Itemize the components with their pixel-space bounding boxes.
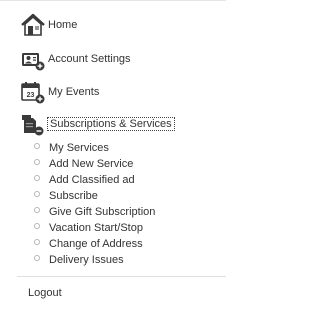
menu-item-home-label: Home (48, 19, 78, 31)
bullet-icon (34, 159, 40, 165)
submenu-item-label: Vacation Start/Stop (49, 222, 143, 234)
submenu-item-add-new-service[interactable]: Add New Service (32, 156, 155, 172)
top-divider (0, 0, 226, 1)
submenu-item-label: Change of Address (49, 238, 143, 250)
menu-item-subscriptions-label: Subscriptions & Services (47, 117, 175, 131)
menu-item-my-events-label: My Events (48, 86, 100, 98)
submenu-item-label: My Services (49, 142, 109, 154)
section-divider (17, 276, 226, 277)
subscriptions-icon (20, 112, 46, 136)
submenu-item-change-of-address[interactable]: Change of Address (32, 236, 155, 252)
bullet-icon (34, 207, 40, 213)
bullet-icon (34, 223, 40, 229)
bullet-icon (34, 175, 40, 181)
submenu-item-label: Add Classified ad (49, 174, 135, 186)
bullet-icon (34, 255, 40, 261)
logout-link[interactable]: Logout (28, 287, 62, 299)
account-settings-icon (20, 47, 46, 71)
submenu-item-subscribe[interactable]: Subscribe (32, 188, 155, 204)
menu-item-my-events[interactable]: 23 My Events (20, 80, 99, 104)
bullet-icon (34, 191, 40, 197)
submenu-item-label: Delivery Issues (49, 254, 124, 266)
house-icon (20, 13, 46, 37)
bullet-icon (34, 239, 40, 245)
calendar-icon: 23 (20, 80, 46, 104)
menu-item-account-settings-label: Account Settings (48, 53, 131, 65)
bullet-icon (34, 143, 40, 149)
submenu-item-give-gift-subscription[interactable]: Give Gift Subscription (32, 204, 155, 220)
calendar-day: 23 (27, 92, 35, 99)
menu-item-home[interactable]: Home (20, 13, 77, 37)
submenu-item-my-services[interactable]: My Services (32, 140, 155, 156)
submenu-item-label: Add New Service (49, 158, 134, 170)
submenu-item-delivery-issues[interactable]: Delivery Issues (32, 252, 155, 268)
menu-item-subscriptions[interactable]: Subscriptions & Services (20, 112, 175, 136)
submenu-item-vacation-start-stop[interactable]: Vacation Start/Stop (32, 220, 155, 236)
submenu-item-add-classified-ad[interactable]: Add Classified ad (32, 172, 155, 188)
side-navigation: Home Account Settings 23 My Events Subsc… (0, 0, 226, 312)
submenu-item-label: Give Gift Subscription (49, 206, 156, 218)
menu-item-account-settings[interactable]: Account Settings (20, 47, 131, 71)
subscriptions-submenu: My Services Add New Service Add Classifi… (32, 140, 155, 268)
submenu-item-label: Subscribe (49, 190, 98, 202)
